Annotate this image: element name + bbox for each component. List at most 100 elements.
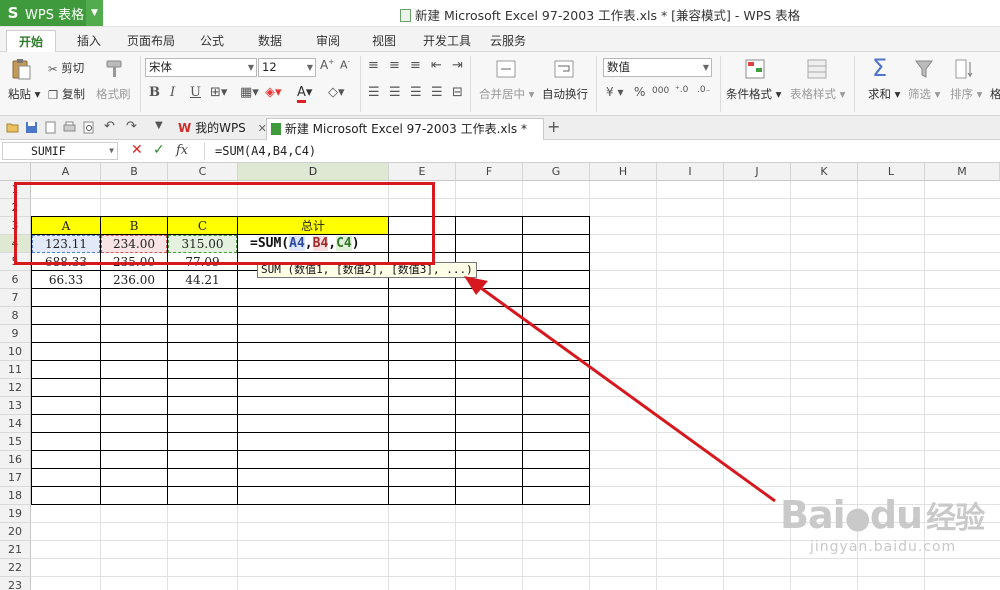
row-header[interactable]: 9 <box>0 325 31 343</box>
column-header-i[interactable]: I <box>657 163 724 181</box>
row-header[interactable]: 15 <box>0 433 31 451</box>
row-header[interactable]: 21 <box>0 541 31 559</box>
bold-button[interactable]: B <box>149 85 160 100</box>
confirm-formula-icon[interactable]: ✓ <box>153 142 165 158</box>
distribute-icon[interactable]: ⊟ <box>452 85 463 100</box>
filter-button[interactable]: 筛选 ▾ <box>908 86 940 102</box>
highlight-icon[interactable]: ◈▾ <box>265 85 282 100</box>
column-header-c[interactable]: C <box>168 163 238 181</box>
row-header[interactable]: 17 <box>0 469 31 487</box>
italic-button[interactable]: I <box>170 85 175 100</box>
format-painter-button[interactable]: 格式刷 <box>96 86 131 102</box>
row-header[interactable]: 14 <box>0 415 31 433</box>
formula-input[interactable]: =SUM(A4,B4,C4) <box>204 142 998 160</box>
row-header[interactable]: 16 <box>0 451 31 469</box>
cell-b6[interactable]: 236.00 <box>101 271 167 289</box>
open-folder-icon[interactable] <box>6 121 19 134</box>
decrease-decimal-icon[interactable]: .0₋ <box>697 85 710 95</box>
row-header[interactable]: 13 <box>0 397 31 415</box>
tab-home[interactable]: 开始 <box>6 30 56 52</box>
format-button[interactable]: 格 <box>990 86 1000 102</box>
select-all-corner[interactable] <box>0 163 31 181</box>
column-header-b[interactable]: B <box>101 163 168 181</box>
tab-page-layout[interactable]: 页面布局 <box>127 30 175 52</box>
conditional-format-button[interactable]: 条件格式 ▾ <box>726 86 781 102</box>
column-header-j[interactable]: J <box>724 163 791 181</box>
row-header[interactable]: 12 <box>0 379 31 397</box>
export-pdf-icon[interactable] <box>44 121 57 134</box>
row-header[interactable]: 22 <box>0 559 31 577</box>
column-header-m[interactable]: M <box>925 163 1000 181</box>
wps-app-menu[interactable]: S WPS 表格 ▼ <box>0 0 103 26</box>
align-left-icon[interactable]: ☰ <box>368 85 380 100</box>
fill-color-icon[interactable]: ▦▾ <box>240 85 259 100</box>
row-header[interactable]: 20 <box>0 523 31 541</box>
font-color-icon[interactable]: A▾ <box>297 85 312 103</box>
row-header[interactable]: 23 <box>0 577 31 590</box>
outdent-icon[interactable]: ⇥ <box>452 58 463 73</box>
decrease-font-icon[interactable]: A- <box>340 58 350 72</box>
row-header[interactable]: 8 <box>0 307 31 325</box>
row-header[interactable]: 6 <box>0 271 31 289</box>
cell-a6[interactable]: 66.33 <box>32 271 100 289</box>
paste-button[interactable]: 粘贴 ▾ <box>8 86 40 102</box>
column-header-a[interactable]: A <box>31 163 101 181</box>
comma-style-button[interactable]: 000 <box>652 86 669 96</box>
wrap-text-button[interactable]: 自动换行 <box>542 86 588 102</box>
tab-review[interactable]: 审阅 <box>316 30 340 52</box>
column-header-g[interactable]: G <box>523 163 590 181</box>
tab-insert[interactable]: 插入 <box>77 30 101 52</box>
column-header-k[interactable]: K <box>791 163 858 181</box>
insert-function-button[interactable]: fx <box>176 143 188 158</box>
justify-icon[interactable]: ☰ <box>431 85 443 100</box>
row-header[interactable]: 7 <box>0 289 31 307</box>
column-header-l[interactable]: L <box>858 163 925 181</box>
row-header[interactable]: 11 <box>0 361 31 379</box>
tab-developer[interactable]: 开发工具 <box>423 30 471 52</box>
column-header-h[interactable]: H <box>590 163 657 181</box>
redo-icon[interactable]: ↷ <box>126 119 137 134</box>
row-header[interactable]: 18 <box>0 487 31 505</box>
table-style-button[interactable]: 表格样式 ▾ <box>790 86 845 102</box>
sort-button[interactable]: 排序 ▾ <box>950 86 982 102</box>
undo-icon[interactable]: ↶ <box>104 119 115 134</box>
spreadsheet-grid[interactable]: A B C D E F G H I J K L M 1 2 3 4 5 6 7 … <box>0 163 1000 590</box>
border-icon[interactable]: ⊞▾ <box>210 85 227 100</box>
sum-button[interactable]: 求和 ▾ <box>868 86 900 102</box>
save-icon[interactable] <box>25 121 38 134</box>
tab-formulas[interactable]: 公式 <box>200 30 224 52</box>
font-name-select[interactable]: 宋体 ▼ <box>145 58 257 77</box>
doc-tab-current-file[interactable]: 新建 Microsoft Excel 97-2003 工作表.xls * ✕ <box>266 118 544 156</box>
row-header[interactable]: 10 <box>0 343 31 361</box>
increase-decimal-icon[interactable]: ⁺.0 <box>675 85 688 95</box>
tab-view[interactable]: 视图 <box>372 30 396 52</box>
column-header-e[interactable]: E <box>389 163 456 181</box>
underline-button[interactable]: U <box>190 85 201 100</box>
tab-cloud[interactable]: 云服务 <box>490 30 526 52</box>
column-header-d[interactable]: D <box>238 163 389 181</box>
currency-button[interactable]: ¥ ▾ <box>606 85 623 99</box>
column-header-f[interactable]: F <box>456 163 523 181</box>
align-center-icon[interactable]: ☰ <box>389 85 401 100</box>
name-box[interactable]: SUMIF ▼ <box>2 142 118 160</box>
align-top-icon[interactable]: ≡ <box>368 58 379 73</box>
cell-c6[interactable]: 44.21 <box>168 271 237 289</box>
font-size-select[interactable]: 12 ▼ <box>258 58 316 77</box>
chevron-down-icon[interactable]: ▼ <box>155 120 163 131</box>
align-bottom-icon[interactable]: ≡ <box>410 58 421 73</box>
indent-icon[interactable]: ⇤ <box>431 58 442 73</box>
doc-tab-my-wps[interactable]: W 我的WPS ✕ <box>174 118 267 140</box>
add-tab-icon[interactable]: + <box>547 117 560 136</box>
align-right-icon[interactable]: ☰ <box>410 85 422 100</box>
tab-data[interactable]: 数据 <box>258 30 282 52</box>
align-middle-icon[interactable]: ≡ <box>389 58 400 73</box>
percent-button[interactable]: % <box>634 85 645 99</box>
merge-center-button[interactable]: 合并居中 ▾ <box>479 86 534 102</box>
cut-button[interactable]: ✂ 剪切 <box>48 60 84 76</box>
print-icon[interactable] <box>63 121 76 134</box>
row-header[interactable]: 19 <box>0 505 31 523</box>
copy-button[interactable]: ❐ 复制 <box>48 86 85 102</box>
cancel-formula-icon[interactable]: ✕ <box>131 142 143 158</box>
print-preview-icon[interactable] <box>82 121 95 134</box>
number-format-select[interactable]: 数值 ▼ <box>603 58 712 77</box>
